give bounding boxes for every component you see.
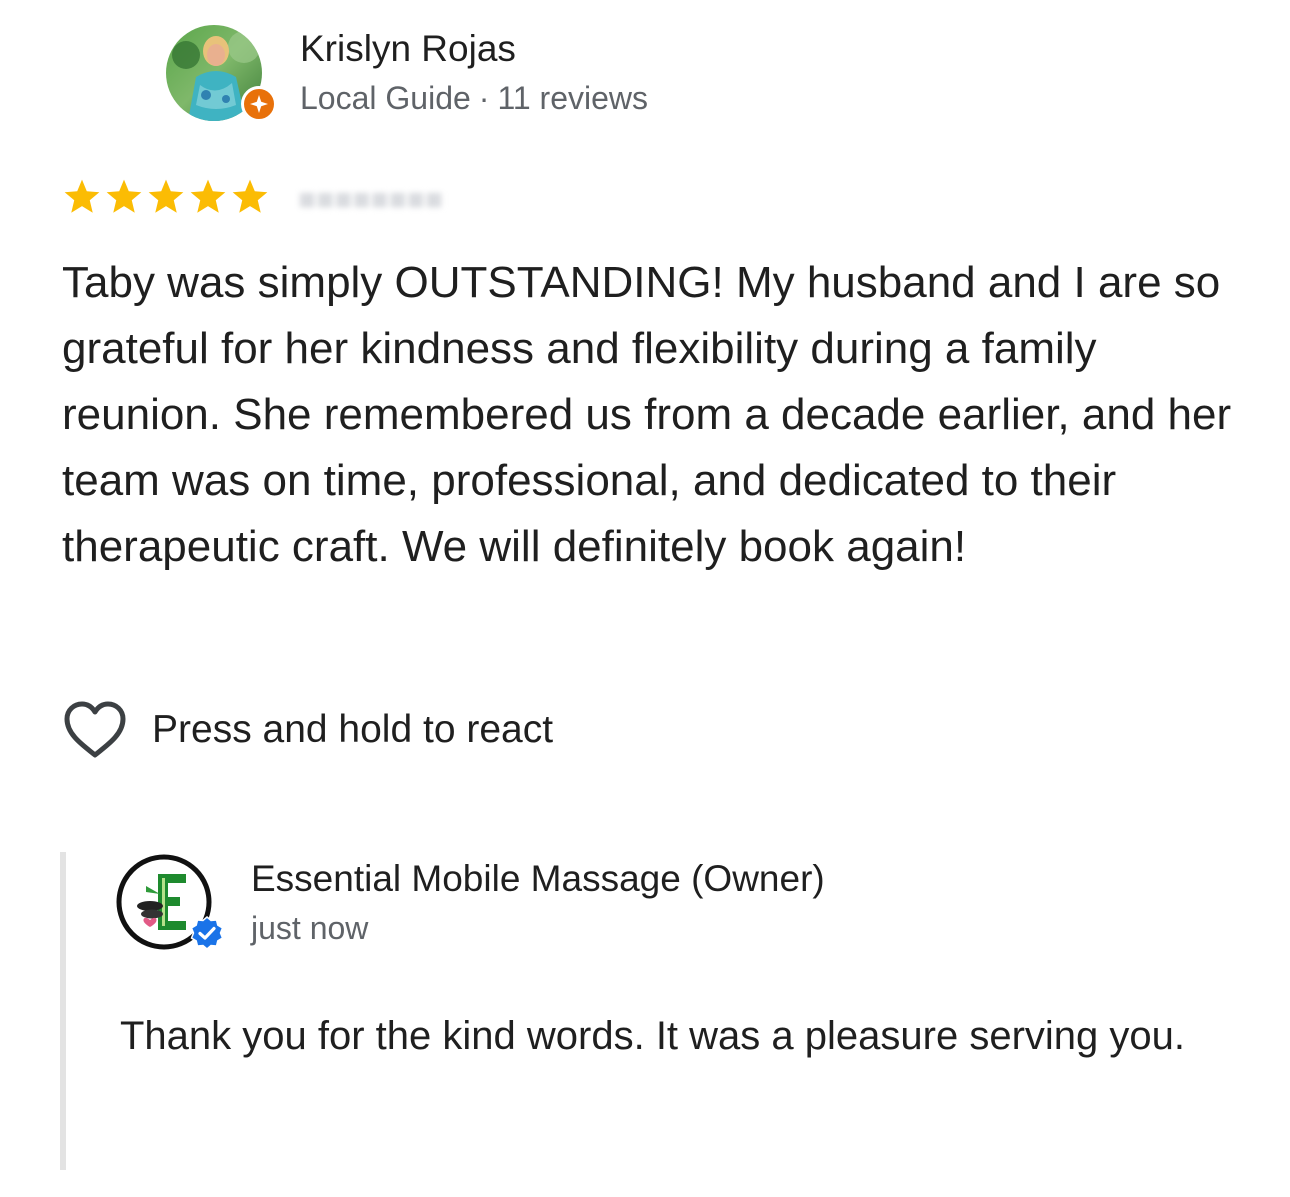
reviewer-meta: Local Guide · 11 reviews [300, 80, 648, 117]
heart-outline-icon [64, 701, 126, 758]
reviewer-name[interactable]: Krislyn Rojas [300, 28, 516, 70]
owner-reply-text: Thank you for the kind words. It was a p… [120, 1014, 1185, 1058]
meta-separator: · [478, 80, 490, 116]
reviewer-review-count: 11 reviews [497, 80, 649, 116]
star-rating [62, 178, 270, 216]
review-date-blurred: ■■■■■■■■ [298, 183, 443, 216]
verified-check-icon [190, 916, 224, 950]
reviewer-level: Local Guide [300, 80, 471, 116]
star-icon [106, 179, 142, 213]
local-guide-star-icon [241, 86, 277, 122]
star-icon [232, 179, 268, 213]
star-icon [190, 179, 226, 213]
review-text: Taby was simply OUTSTANDING! My husband … [62, 258, 1232, 571]
owner-reply-time: just now [251, 910, 369, 946]
owner-reply: Essential Mobile Massage (Owner) just no… [60, 852, 1240, 1170]
react-label: Press and hold to react [152, 708, 554, 751]
star-icon [64, 179, 100, 213]
owner-name[interactable]: Essential Mobile Massage (Owner) [251, 858, 825, 900]
review-card: Krislyn Rojas Local Guide · 11 reviews ■■■… [0, 0, 1290, 1197]
star-icon [148, 179, 184, 213]
react-button[interactable]: Press and hold to react [62, 700, 553, 760]
